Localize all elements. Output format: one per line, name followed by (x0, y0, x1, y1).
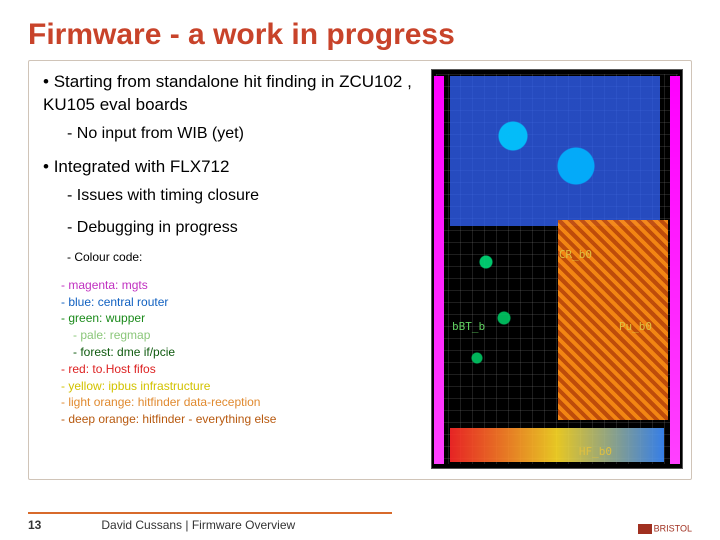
bullet-1a-text: No input from WIB (yet) (77, 125, 244, 142)
bullet-2b-text: Debugging in progress (77, 219, 238, 236)
footer: 13 David Cussans | Firmware Overview BRI… (28, 518, 692, 532)
fpga-tag-cr: CR_b0 (559, 248, 592, 261)
content-box: Starting from standalone hit finding in … (28, 60, 692, 480)
fpga-tag-hf: HF_b0 (579, 445, 612, 458)
bullet-2: Integrated with FLX712 Issues with timin… (43, 156, 433, 264)
bullet-2-text: Integrated with FLX712 (54, 157, 230, 176)
fpga-floorplan-image: CR_b0 bBT_b Pu_b0 HF_b0 (431, 69, 683, 469)
bullet-1: Starting from standalone hit finding in … (43, 71, 433, 144)
fpga-region-bottom (450, 428, 664, 462)
logo-mark (638, 524, 652, 534)
slide-title: Firmware - a work in progress (28, 18, 692, 52)
bullet-2c: Colour code: (67, 249, 433, 265)
footer-accent-line (28, 512, 392, 514)
fpga-tag-pu: Pu_b0 (619, 320, 652, 333)
bullet-2a: Issues with timing closure (67, 185, 433, 207)
footer-text: David Cussans | Firmware Overview (101, 518, 295, 532)
fpga-mgts-right (670, 76, 680, 464)
bullet-1-text: Starting from standalone hit finding in … (43, 72, 412, 114)
bullet-2b: Debugging in progress (67, 217, 433, 239)
fpga-region-wupper (450, 230, 540, 390)
page-number: 13 (28, 518, 41, 532)
fpga-region-central-router (450, 76, 660, 226)
logo-text: BRISTOL (654, 523, 692, 533)
fpga-tag-bt: bBT_b (452, 320, 485, 333)
bullet-list: Starting from standalone hit finding in … (43, 71, 433, 265)
slide: Firmware - a work in progress Starting f… (0, 0, 720, 540)
fpga-mgts-left (434, 76, 444, 464)
university-logo: BRISTOL (638, 524, 692, 534)
bullet-2a-text: Issues with timing closure (77, 187, 259, 204)
bullet-1a: No input from WIB (yet) (67, 123, 433, 145)
bullet-2c-text: Colour code: (74, 250, 142, 264)
